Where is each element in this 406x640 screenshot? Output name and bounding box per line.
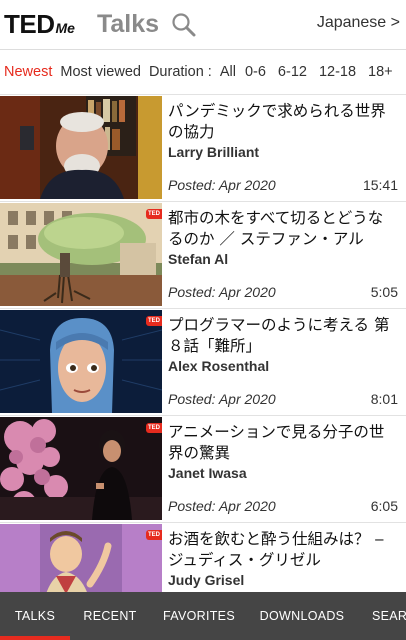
ted-badge: TED: [146, 316, 162, 326]
talk-speaker: Janet Iwasa: [168, 465, 247, 481]
talk-title: 都市の木をすべて切るとどうなるのか ／ ステファン・アル: [168, 209, 384, 248]
talk-posted-date: Posted: Apr 2020: [168, 177, 276, 193]
duration-6-12[interactable]: 6-12: [278, 64, 307, 80]
talk-title: アニメーションで見る分子の世界の驚異: [168, 423, 385, 462]
search-icon[interactable]: [171, 12, 197, 38]
talk-speaker: Alex Rosenthal: [168, 358, 270, 374]
talk-thumbnail[interactable]: TED: [0, 417, 162, 520]
page-title: Talks: [96, 10, 160, 38]
talk-speaker: Stefan Al: [168, 251, 229, 267]
tab-recent[interactable]: RECENT: [70, 592, 150, 640]
talk-duration: 15:41: [362, 177, 398, 193]
list-item[interactable]: TED 都市の木をすべて切るとどうなるのか ／ ステファン・アル Stefan …: [0, 201, 406, 308]
talk-thumbnail[interactable]: TED: [0, 310, 162, 413]
filter-bar: Newest Most viewed Duration : All 0-6 6-…: [0, 50, 406, 94]
duration-18-plus[interactable]: 18+: [368, 64, 393, 80]
bottom-nav: TALKS RECENT FAVORITES DOWNLOADS SEARCH: [0, 592, 406, 640]
app-header: TED Me Talks Japanese >: [0, 0, 406, 50]
logo-me-text: Me: [55, 20, 75, 36]
tab-talks[interactable]: TALKS: [0, 592, 70, 640]
talk-posted-date: Posted: Apr 2020: [168, 391, 276, 407]
logo-ted-text: TED: [4, 9, 55, 39]
talk-duration: 5:05: [370, 284, 398, 300]
language-selector[interactable]: Japanese >: [317, 14, 400, 32]
list-item[interactable]: TED アニメーションで見る分子の世界の驚異 Janet Iwasa Poste…: [0, 415, 406, 522]
talk-info: パンデミックで求められる世界の協力 Larry Brilliant Posted…: [162, 95, 406, 201]
tab-favorites[interactable]: FAVORITES: [150, 592, 248, 640]
filter-newest[interactable]: Newest: [4, 64, 52, 80]
talk-duration: 6:05: [370, 498, 398, 514]
list-item[interactable]: TED プログラマーのように考える 第８話「難所」 Alex Rosenthal…: [0, 308, 406, 415]
talk-speaker: Larry Brilliant: [168, 144, 260, 160]
tab-search[interactable]: SEARCH: [356, 592, 406, 640]
talk-posted-date: Posted: Apr 2020: [168, 498, 276, 514]
talk-title: プログラマーのように考える 第８話「難所」: [168, 316, 390, 355]
talk-thumbnail[interactable]: TED: [0, 203, 162, 306]
ted-badge: TED: [146, 209, 162, 219]
talk-info: アニメーションで見る分子の世界の驚異 Janet Iwasa Posted: A…: [162, 416, 406, 522]
tab-downloads[interactable]: DOWNLOADS: [248, 592, 356, 640]
talk-posted-date: Posted: Apr 2020: [168, 284, 276, 300]
talk-speaker: Judy Grisel: [168, 572, 245, 588]
talk-info: 都市の木をすべて切るとどうなるのか ／ ステファン・アル Stefan Al P…: [162, 202, 406, 308]
ted-badge: TED: [146, 423, 162, 433]
list-item[interactable]: パンデミックで求められる世界の協力 Larry Brilliant Posted…: [0, 94, 406, 201]
talk-title: お酒を飲むと酔う仕組みは？ ‒ ジュディス・グリゼル: [168, 530, 385, 569]
talk-list: パンデミックで求められる世界の協力 Larry Brilliant Posted…: [0, 94, 406, 629]
duration-all[interactable]: All: [220, 64, 236, 80]
talk-title: パンデミックで求められる世界の協力: [168, 102, 386, 141]
duration-label: Duration :: [148, 64, 212, 80]
duration-12-18[interactable]: 12-18: [319, 64, 356, 80]
duration-0-6[interactable]: 0-6: [245, 64, 266, 80]
talk-info: プログラマーのように考える 第８話「難所」 Alex Rosenthal Pos…: [162, 309, 406, 415]
ted-badge: TED: [146, 530, 162, 540]
talk-thumbnail[interactable]: [0, 96, 162, 199]
ted-me-logo[interactable]: TED Me: [4, 9, 75, 40]
talk-duration: 8:01: [370, 391, 398, 407]
filter-most-viewed[interactable]: Most viewed: [60, 64, 141, 80]
